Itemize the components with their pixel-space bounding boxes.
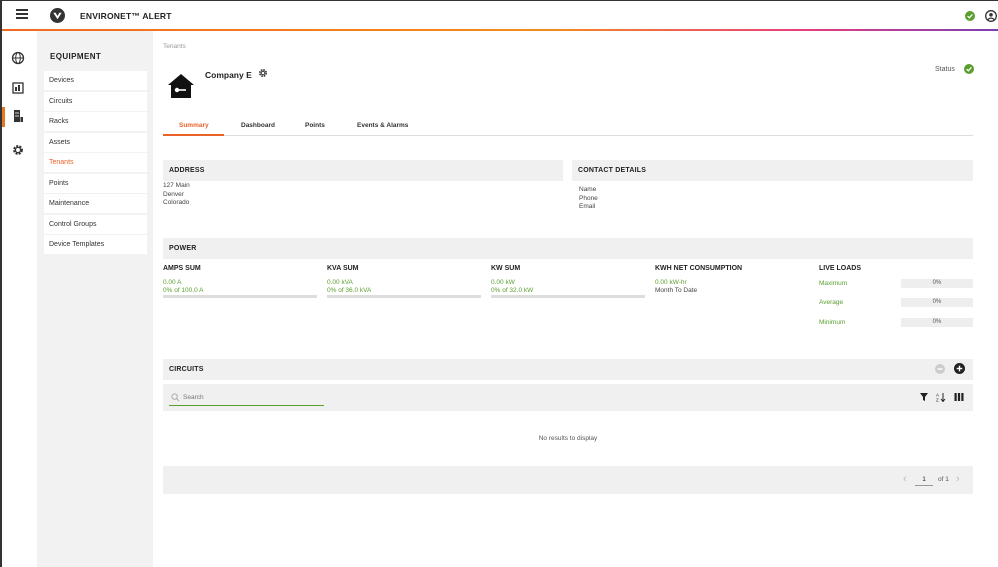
tenant-house-icon	[168, 74, 194, 98]
status-check-icon	[964, 64, 974, 74]
circuits-heading: CIRCUITS	[163, 359, 973, 380]
tab-points[interactable]: Points	[305, 122, 325, 129]
svg-text:Z: Z	[936, 398, 939, 403]
breadcrumb[interactable]: Tenants	[163, 43, 186, 50]
address-lines: 127 Main Denver Colorado	[163, 182, 190, 208]
empty-state: No results to display	[538, 435, 598, 442]
amps-sum-title: AMPS SUM	[163, 265, 201, 272]
contact-line: Email	[579, 203, 596, 210]
icon-rail	[2, 31, 36, 567]
amps-sum-percent[interactable]: 0% of 100.0 A	[163, 287, 317, 294]
sidebar-item-racks[interactable]: Racks	[44, 112, 147, 131]
kwh-period: Month To Date	[655, 287, 698, 294]
tenant-name: Company E	[205, 70, 252, 80]
sidebar-item-control-groups[interactable]: Control Groups	[44, 214, 147, 234]
equipment-icon[interactable]	[11, 109, 25, 123]
kwh-title: KWH NET CONSUMPTION	[655, 265, 743, 272]
address-heading: ADDRESS	[163, 160, 563, 181]
kw-sum-title: KW SUM	[491, 265, 521, 272]
live-load-minimum-bar: 0%	[901, 318, 973, 327]
app-title: ENVIRONET™ ALERT	[80, 11, 172, 21]
kva-sum-metric: KVA SUM 0.00 kVA 0% of 36.0 kVA	[327, 265, 481, 298]
prev-page-chevron-icon[interactable]: ‹	[903, 473, 907, 485]
page-number-input[interactable]: 1	[915, 476, 933, 486]
kwh-value[interactable]: 0.00 kW-hr	[655, 279, 742, 286]
next-page-chevron-icon[interactable]: ›	[956, 473, 960, 485]
tab-summary[interactable]: Summary	[179, 122, 209, 129]
contact-lines: Name Phone Email	[579, 186, 598, 212]
kw-sum-percent[interactable]: 0% of 32.0 kW	[491, 287, 645, 294]
amps-sum-bar	[163, 295, 317, 298]
sidebar: EQUIPMENT Devices Circuits Racks Assets …	[37, 31, 153, 567]
live-load-minimum-label[interactable]: Minimum	[819, 319, 845, 326]
sidebar-heading: EQUIPMENT	[50, 52, 102, 61]
rail-active-indicator	[2, 107, 5, 127]
live-load-average-label[interactable]: Average	[819, 299, 843, 306]
search-icon	[171, 393, 180, 402]
live-load-maximum-label[interactable]: Maximum	[819, 280, 847, 287]
globe-icon[interactable]	[11, 51, 25, 65]
kw-sum-value[interactable]: 0.00 kW	[491, 279, 645, 286]
address-line: Colorado	[163, 199, 190, 206]
columns-icon[interactable]	[954, 392, 964, 402]
tab-dashboard[interactable]: Dashboard	[241, 122, 275, 129]
active-tab-underline	[163, 134, 224, 136]
hamburger-menu-icon[interactable]	[16, 9, 28, 21]
sidebar-item-tenants[interactable]: Tenants	[44, 153, 147, 172]
search-input[interactable]	[183, 394, 313, 401]
sidebar-item-circuits[interactable]: Circuits	[44, 91, 147, 111]
add-circuit-icon[interactable]	[954, 363, 965, 374]
kwh-consumption-metric: KWH NET CONSUMPTION 0.00 kW-hr Month To …	[655, 265, 742, 294]
address-line: Denver	[163, 190, 184, 198]
dashboard-icon[interactable]	[11, 81, 25, 95]
sidebar-item-device-templates[interactable]: Device Templates	[44, 235, 147, 254]
tenant-settings-gear-icon[interactable]	[258, 68, 268, 78]
kva-sum-value[interactable]: 0.00 kVA	[327, 279, 481, 286]
address-line: 127 Main	[163, 182, 190, 189]
live-loads-metric: LIVE LOADS	[819, 265, 861, 272]
kva-sum-bar	[327, 295, 481, 298]
sidebar-item-points[interactable]: Points	[44, 173, 147, 193]
amps-sum-value[interactable]: 0.00 A	[163, 279, 317, 286]
circuits-toolbar: A Z	[163, 384, 973, 411]
sidebar-item-assets[interactable]: Assets	[44, 132, 147, 152]
live-load-maximum-bar: 0%	[901, 279, 973, 288]
gear-icon[interactable]	[11, 143, 25, 157]
live-load-average-bar: 0%	[901, 298, 973, 307]
kw-sum-metric: KW SUM 0.00 kW 0% of 32.0 kW	[491, 265, 645, 298]
amps-sum-metric: AMPS SUM 0.00 A 0% of 100.0 A	[163, 265, 317, 298]
status-label: Status	[935, 66, 955, 73]
sidebar-items: Devices Circuits Racks Assets Tenants Po…	[44, 71, 147, 256]
search-field	[169, 392, 324, 406]
page-count: of 1	[938, 476, 949, 483]
contact-line: Phone	[579, 194, 598, 202]
pagination: ‹ 1 of 1 ›	[163, 466, 973, 494]
sort-icon[interactable]: A Z	[936, 392, 946, 402]
filter-icon[interactable]	[919, 392, 929, 402]
live-loads-title: LIVE LOADS	[819, 265, 862, 272]
sidebar-item-maintenance[interactable]: Maintenance	[44, 194, 147, 213]
kva-sum-percent[interactable]: 0% of 36.0 kVA	[327, 287, 481, 294]
kw-sum-bar	[491, 295, 645, 298]
check-circle-icon[interactable]	[965, 11, 975, 21]
power-heading: POWER	[163, 238, 973, 259]
sidebar-item-devices[interactable]: Devices	[44, 71, 147, 90]
contact-heading: CONTACT DETAILS	[572, 160, 973, 181]
kva-sum-title: KVA SUM	[327, 265, 359, 272]
user-icon[interactable]	[985, 10, 997, 22]
remove-circuit-icon[interactable]	[935, 364, 945, 374]
environet-logo-icon	[50, 8, 65, 23]
tab-events-alarms[interactable]: Events & Alarms	[357, 122, 408, 129]
contact-line: Name	[579, 186, 597, 193]
tab-bar: Summary Dashboard Points Events & Alarms	[163, 118, 973, 136]
top-bar: ENVIRONET™ ALERT	[2, 1, 998, 31]
